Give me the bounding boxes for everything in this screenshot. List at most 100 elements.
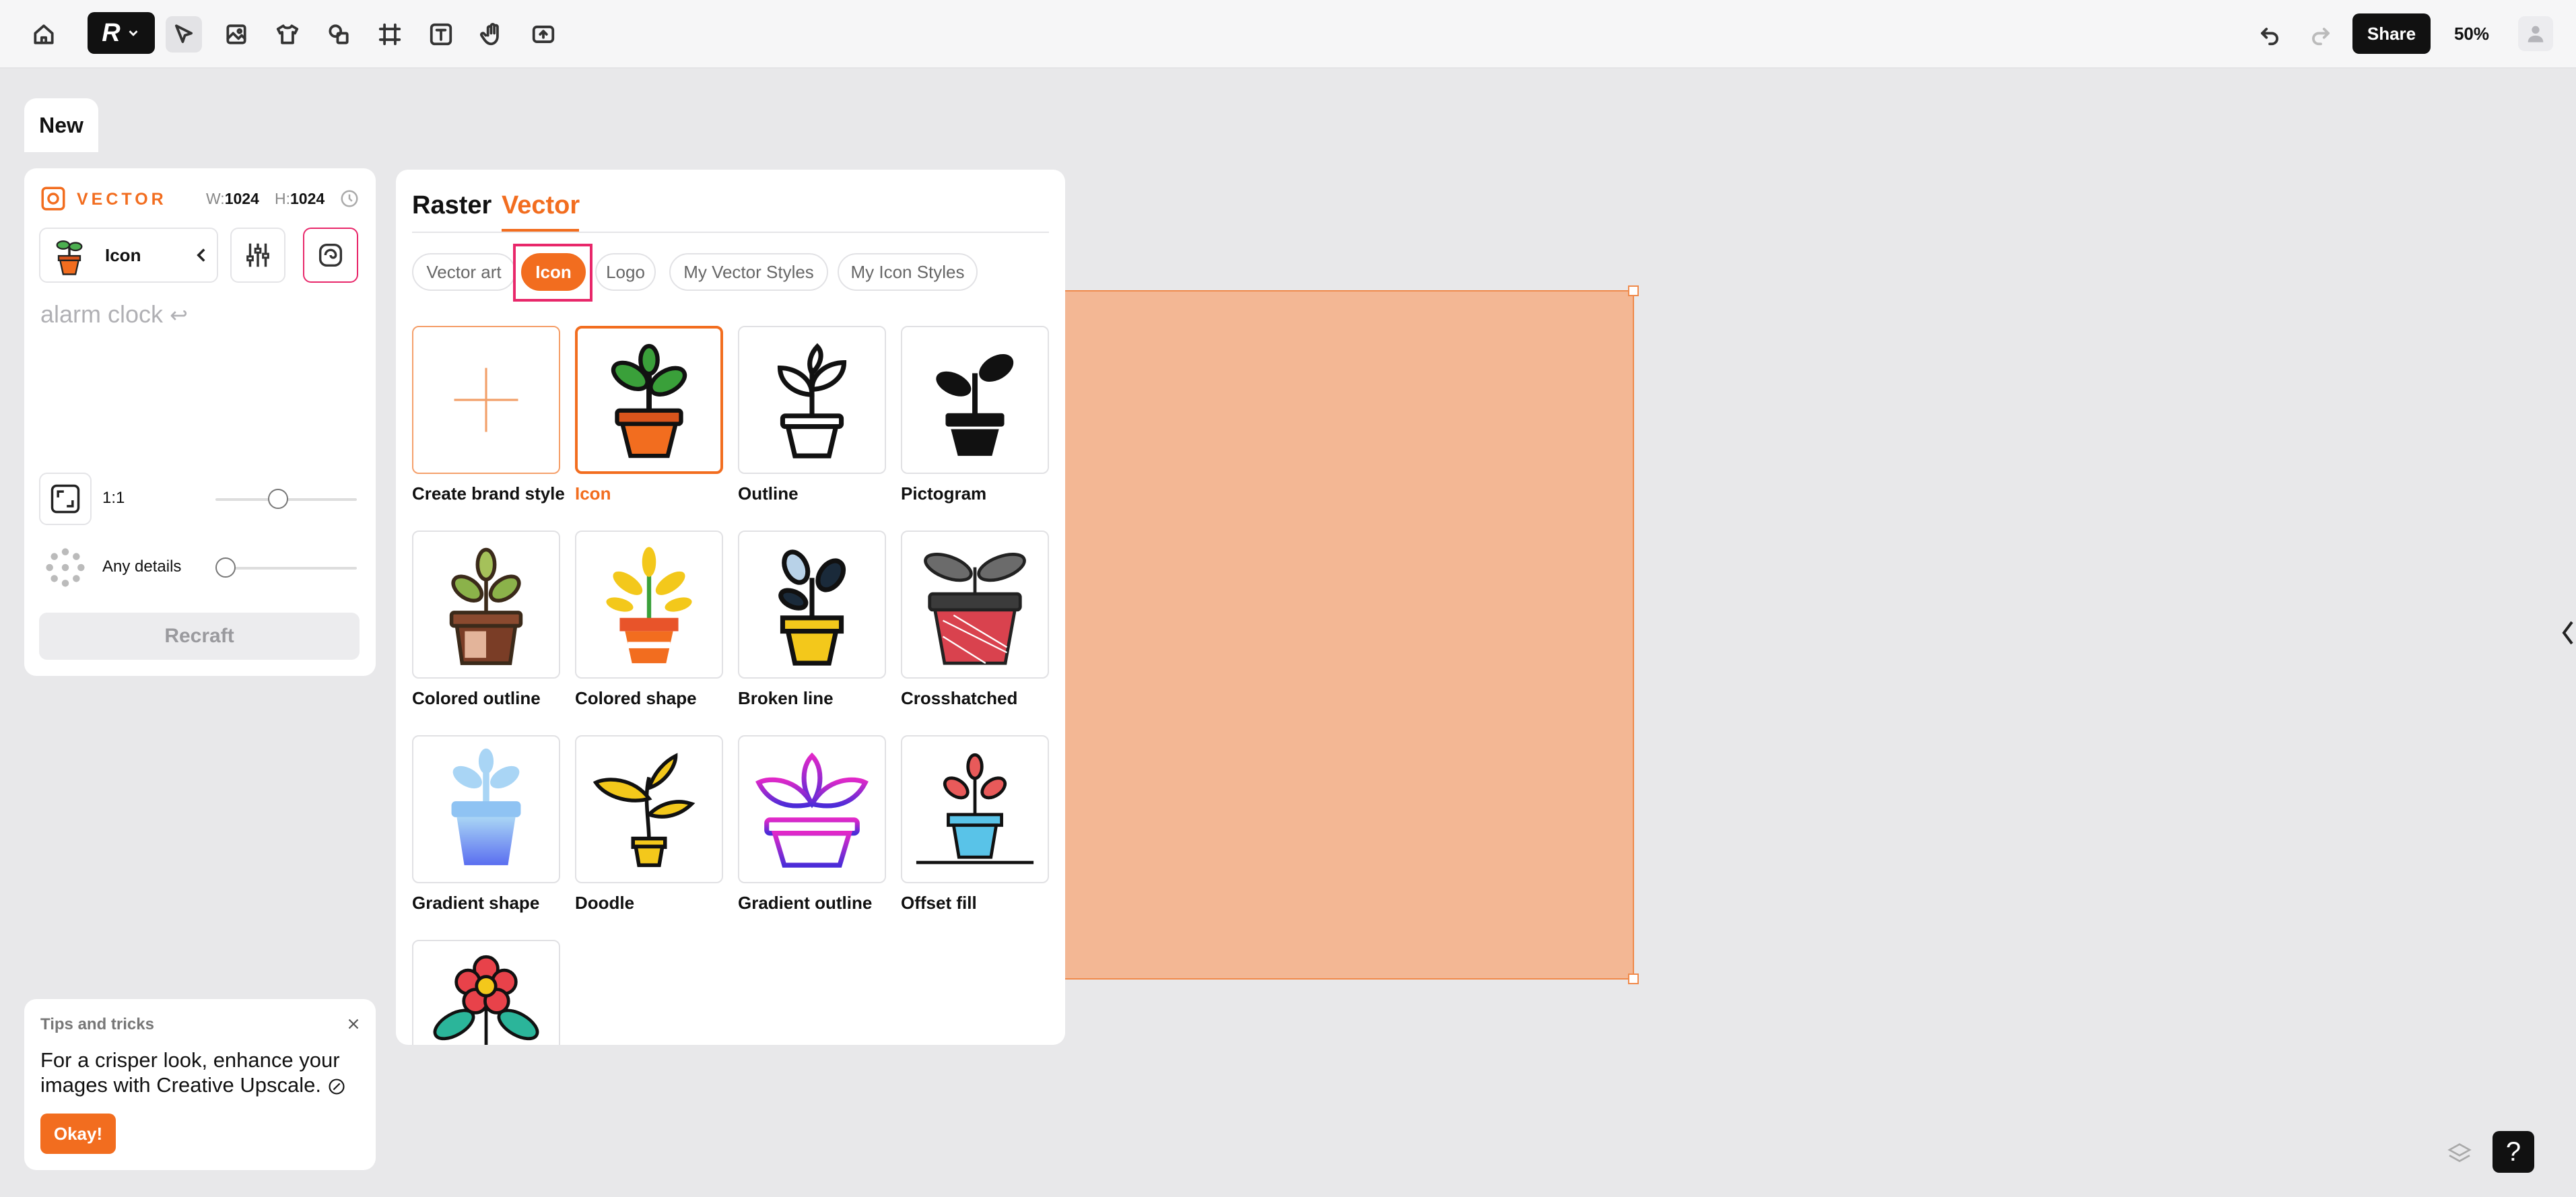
card-broken-line[interactable] bbox=[738, 531, 886, 679]
sliders-icon bbox=[246, 243, 269, 267]
okay-button[interactable]: Okay! bbox=[40, 1114, 116, 1154]
chip-my-vector-styles[interactable]: My Vector Styles bbox=[669, 253, 828, 291]
aspect-ratio-button[interactable] bbox=[39, 473, 92, 525]
chevron-left-icon bbox=[197, 248, 205, 262]
card-gradient-shape[interactable] bbox=[412, 735, 560, 883]
card-colored-outline[interactable] bbox=[412, 531, 560, 679]
zoom-level[interactable]: 50% bbox=[2440, 13, 2503, 54]
details-button[interactable] bbox=[39, 541, 92, 594]
height-field[interactable]: H:1024 bbox=[275, 190, 325, 208]
card-crosshatched[interactable] bbox=[901, 531, 1049, 679]
plant-colored-shape-icon bbox=[606, 547, 692, 664]
new-frame-tab[interactable]: New bbox=[24, 98, 98, 152]
resize-handle-bottom-right[interactable] bbox=[1628, 973, 1639, 984]
tshirt-icon bbox=[276, 24, 299, 44]
avatar[interactable] bbox=[2518, 16, 2553, 51]
prompt-input[interactable]: alarm clock ↩ bbox=[40, 300, 188, 329]
card-partial[interactable] bbox=[412, 940, 560, 1045]
frame-tool-button[interactable] bbox=[372, 16, 408, 53]
enter-arrow-icon: ↩ bbox=[170, 303, 188, 327]
help-button[interactable]: ? bbox=[2493, 1131, 2534, 1173]
image-frame-tool-button[interactable] bbox=[218, 16, 255, 53]
hand-icon bbox=[480, 23, 499, 46]
tab-divider bbox=[412, 232, 1049, 233]
chevron-left-icon[interactable] bbox=[2561, 619, 2575, 646]
aspect-slider-knob[interactable] bbox=[268, 489, 288, 509]
cursor-icon bbox=[175, 24, 193, 43]
chip-my-icon-styles[interactable]: My Icon Styles bbox=[838, 253, 978, 291]
plant-colored-outline-icon bbox=[449, 547, 523, 665]
card-label: Icon bbox=[575, 483, 611, 504]
card-label: Gradient outline bbox=[738, 893, 873, 913]
image-prompt-button[interactable] bbox=[303, 228, 358, 283]
chip-logo[interactable]: Logo bbox=[595, 253, 656, 291]
close-icon[interactable] bbox=[345, 1015, 362, 1033]
tips-card: Tips and tricks For a crisper look, enha… bbox=[24, 999, 376, 1170]
export-tool-button[interactable] bbox=[525, 16, 562, 53]
plant-crosshatched-icon bbox=[924, 552, 1026, 665]
flower-icon bbox=[433, 955, 539, 1045]
layers-button[interactable] bbox=[2441, 1135, 2478, 1171]
plant-broken-line-icon bbox=[778, 549, 846, 666]
card-outline[interactable] bbox=[738, 326, 886, 474]
chip-icon[interactable]: Icon bbox=[521, 253, 586, 291]
history-icon[interactable] bbox=[339, 189, 360, 209]
sparkle-brush-icon bbox=[329, 1079, 345, 1095]
height-value: 1024 bbox=[290, 190, 325, 207]
width-value: 1024 bbox=[224, 190, 259, 207]
card-colored-shape[interactable] bbox=[575, 531, 723, 679]
select-tool-button[interactable] bbox=[166, 16, 202, 53]
redo-button[interactable] bbox=[2303, 16, 2339, 53]
card-icon[interactable] bbox=[575, 326, 723, 474]
card-gradient-outline[interactable] bbox=[738, 735, 886, 883]
plant-gradient-icon bbox=[451, 748, 521, 866]
card-doodle[interactable] bbox=[575, 735, 723, 883]
shapes-icon bbox=[329, 24, 349, 44]
tips-body: For a crisper look, enhance your images … bbox=[40, 1048, 364, 1097]
card-label: Offset fill bbox=[901, 893, 977, 913]
share-button[interactable]: Share bbox=[2352, 13, 2431, 54]
card-offset-fill[interactable] bbox=[901, 735, 1049, 883]
settings-button[interactable] bbox=[230, 228, 285, 283]
plus-icon bbox=[454, 368, 518, 432]
plant-thumbnail-icon bbox=[56, 240, 83, 275]
prompt-text: alarm clock bbox=[40, 300, 164, 328]
resize-handle-top-right[interactable] bbox=[1628, 285, 1639, 296]
recraft-logo-icon: R bbox=[102, 18, 121, 47]
details-slider-knob[interactable] bbox=[215, 557, 236, 578]
canvas-frame[interactable] bbox=[1054, 285, 1639, 984]
tab-raster[interactable]: Raster bbox=[412, 191, 492, 220]
card-create-brand-style[interactable] bbox=[412, 326, 560, 474]
plant-outline-icon bbox=[777, 343, 847, 458]
recraft-button[interactable]: Recraft bbox=[39, 613, 360, 660]
undo-button[interactable] bbox=[2251, 16, 2288, 53]
plant-offset-fill-icon bbox=[916, 753, 1034, 864]
card-label: Colored shape bbox=[575, 688, 697, 708]
card-label: Crosshatched bbox=[901, 688, 1018, 708]
mockup-tool-button[interactable] bbox=[269, 16, 306, 53]
image-icon bbox=[226, 24, 246, 44]
text-tool-button[interactable] bbox=[423, 16, 459, 53]
width-field[interactable]: W:1024 bbox=[206, 190, 259, 208]
top-toolbar: R Share 50% bbox=[0, 0, 2576, 69]
layers-icon bbox=[2447, 1143, 2472, 1163]
generation-panel: VECTOR W:1024 H:1024 Icon alarm clock ↩ … bbox=[24, 168, 376, 676]
width-label: W: bbox=[206, 190, 225, 207]
height-label: H: bbox=[275, 190, 290, 207]
home-icon[interactable] bbox=[26, 16, 62, 53]
app-menu-button[interactable]: R bbox=[88, 12, 155, 54]
plant-gradient-outline-icon bbox=[755, 752, 869, 868]
user-icon bbox=[2528, 26, 2544, 42]
style-selector[interactable]: Icon bbox=[39, 228, 218, 283]
image-upload-icon bbox=[532, 26, 555, 43]
card-label: Outline bbox=[738, 483, 799, 504]
chip-vector-art[interactable]: Vector art bbox=[412, 253, 516, 291]
hand-tool-button[interactable] bbox=[474, 16, 510, 53]
tab-vector[interactable]: Vector bbox=[502, 191, 580, 220]
card-pictogram[interactable] bbox=[901, 326, 1049, 474]
details-slider-track[interactable] bbox=[215, 567, 357, 570]
aspect-square-icon bbox=[50, 484, 80, 514]
card-label: Create brand style bbox=[412, 483, 565, 504]
tips-body-text: For a crisper look, enhance your images … bbox=[40, 1048, 340, 1097]
shapes-tool-button[interactable] bbox=[320, 16, 357, 53]
